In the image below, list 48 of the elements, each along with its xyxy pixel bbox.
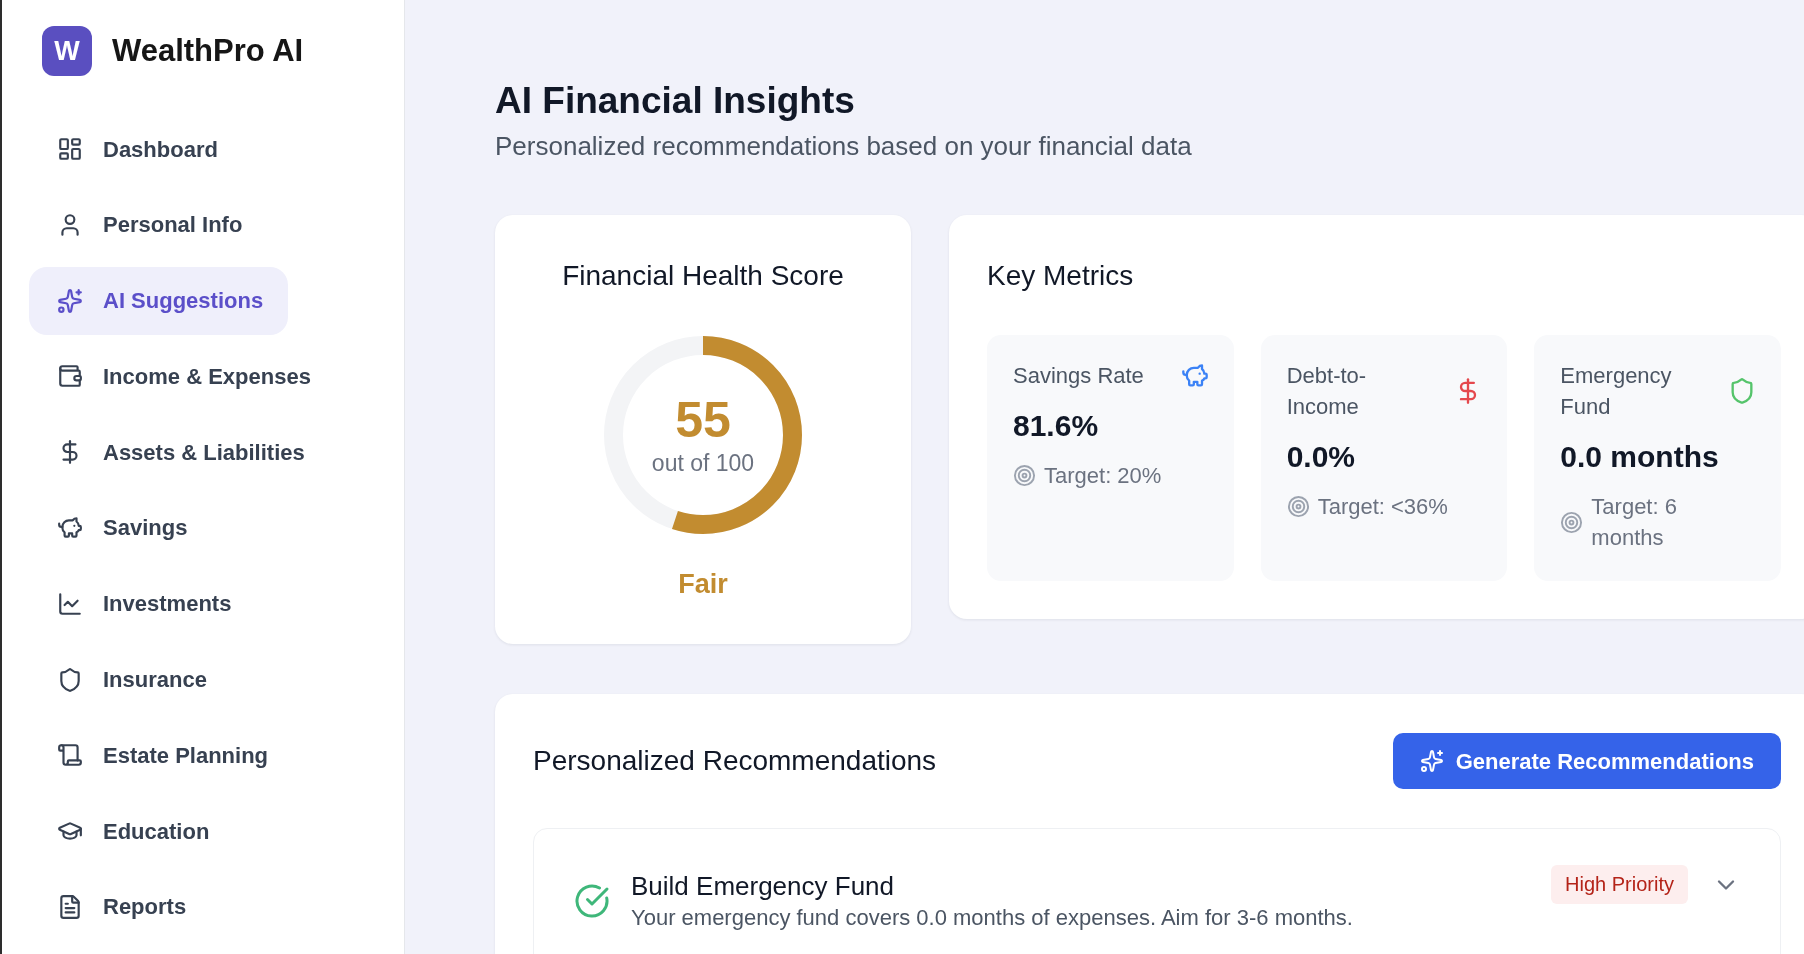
- priority-tag: High Priority: [1551, 865, 1688, 904]
- sidebar-item[interactable]: Dashboard: [29, 115, 243, 183]
- piggy-bank-icon: [57, 515, 83, 541]
- score-value: 55: [675, 395, 731, 445]
- sidebar-item[interactable]: Assets & Liabilities: [29, 418, 330, 487]
- target-icon: [1013, 464, 1036, 487]
- document-icon: [57, 893, 83, 920]
- sparkles-icon: [57, 287, 83, 314]
- recommendation-item[interactable]: Build Emergency Fund Your emergency fund covers 0.0 months of expenses. Aim for 3-6 months. High Priority: [533, 828, 1781, 954]
- target-icon: [1286, 495, 1310, 518]
- page-subtitle: Personalized recommendations based on your financial data: [495, 130, 1192, 163]
- app-name: WealthPro AI: [112, 32, 304, 70]
- sidebar-item[interactable]: Income & Expenses: [29, 342, 336, 411]
- sidebar-item[interactable]: Reports: [29, 872, 212, 941]
- wallet-icon: [57, 363, 83, 390]
- sidebar-item[interactable]: Savings: [29, 494, 213, 562]
- sidebar-item[interactable]: Investments: [29, 569, 257, 638]
- metric-label: Savings Rate: [1013, 362, 1145, 390]
- sidebar-item[interactable]: Estate Planning: [29, 721, 294, 790]
- scroll-icon: [57, 742, 83, 769]
- check-circle-icon: [574, 883, 610, 919]
- card-title: Personalized Recommendations: [533, 744, 937, 778]
- line-chart-icon: [57, 590, 83, 617]
- metric-value: 0.0%: [1286, 439, 1356, 475]
- metric-value: 81.6%: [1013, 408, 1099, 444]
- metric-target: Target: 20%: [1044, 462, 1162, 490]
- sidebar-item[interactable]: Education: [29, 797, 235, 866]
- card-title: Financial Health Score: [562, 259, 844, 293]
- generate-button[interactable]: Generate Recommendations: [1392, 733, 1781, 789]
- dashboard-icon: [57, 136, 83, 162]
- metric-label: Debt-to-Income: [1286, 362, 1368, 421]
- metric-target: Target: 6 months: [1591, 493, 1678, 552]
- sidebar-item[interactable]: Personal Info: [29, 190, 268, 259]
- recommendation-description: Your emergency fund covers 0.0 months of expenses. Aim for 3-6 months.: [631, 904, 1353, 932]
- target-icon: [1560, 510, 1584, 534]
- score-rating: Fair: [678, 568, 728, 601]
- card-title: Key Metrics: [987, 259, 1134, 293]
- sparkles-icon: [1419, 749, 1444, 773]
- sidebar-item[interactable]: AI Suggestions: [29, 266, 289, 335]
- page-title: AI Financial Insights: [495, 79, 855, 123]
- metric-value: 0.0 months: [1560, 439, 1719, 475]
- logo-mark: W: [42, 26, 92, 76]
- recommendation-title: Build Emergency Fund: [631, 870, 895, 903]
- metric-label: Emergency Fund: [1560, 362, 1673, 421]
- metric-target: Target: <36%: [1317, 493, 1448, 521]
- sidebar-item[interactable]: Insurance: [29, 645, 232, 714]
- shield-icon: [57, 666, 83, 693]
- score-caption: out of 100: [651, 449, 755, 477]
